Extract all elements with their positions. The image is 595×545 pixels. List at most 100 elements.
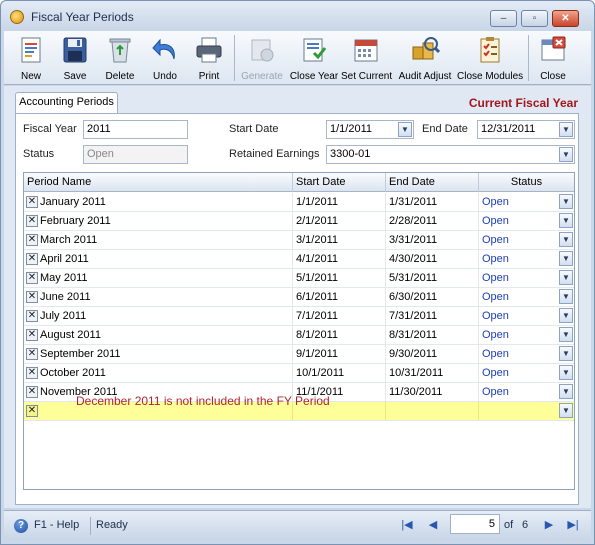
- fiscal-year-field[interactable]: 2011: [83, 120, 188, 139]
- save-button[interactable]: Save: [54, 31, 96, 85]
- start-date-cell[interactable]: 2/1/2011: [293, 212, 386, 230]
- delete-row-icon[interactable]: ✕: [26, 310, 38, 322]
- table-row[interactable]: ✕ February 2011 2/1/2011 2/28/2011 Open ▼: [24, 212, 574, 231]
- chevron-down-icon[interactable]: ▼: [559, 327, 573, 342]
- status-cell[interactable]: Open ▼: [479, 193, 574, 211]
- column-header-status[interactable]: Status: [479, 173, 574, 192]
- delete-row-icon[interactable]: ✕: [26, 253, 38, 265]
- start-date-cell[interactable]: 8/1/2011: [293, 326, 386, 344]
- status-cell[interactable]: Open ▼: [479, 212, 574, 230]
- start-date-cell[interactable]: 3/1/2011: [293, 231, 386, 249]
- minimize-button[interactable]: –: [490, 10, 517, 27]
- period-name-cell[interactable]: ✕ August 2011: [24, 326, 293, 344]
- end-date-cell[interactable]: 6/30/2011: [386, 288, 479, 306]
- previous-page-icon[interactable]: ◀: [426, 518, 440, 532]
- table-row[interactable]: ✕ August 2011 8/1/2011 8/31/2011 Open ▼: [24, 326, 574, 345]
- start-date-cell[interactable]: 7/1/2011: [293, 307, 386, 325]
- delete-row-icon[interactable]: ✕: [26, 291, 38, 303]
- end-date-cell[interactable]: 4/30/2011: [386, 250, 479, 268]
- table-row[interactable]: ✕ April 2011 4/1/2011 4/30/2011 Open ▼: [24, 250, 574, 269]
- tab-accounting-periods[interactable]: Accounting Periods: [15, 92, 118, 113]
- status-cell[interactable]: Open ▼: [479, 326, 574, 344]
- end-date-cell[interactable]: [386, 402, 479, 420]
- period-name-cell[interactable]: ✕ January 2011: [24, 193, 293, 211]
- page-number-input[interactable]: 5: [450, 514, 500, 534]
- help-icon[interactable]: ?: [14, 519, 28, 533]
- table-row[interactable]: ✕ June 2011 6/1/2011 6/30/2011 Open ▼: [24, 288, 574, 307]
- period-name-cell[interactable]: ✕ July 2011: [24, 307, 293, 325]
- delete-row-icon[interactable]: ✕: [26, 405, 38, 417]
- end-date-cell[interactable]: 2/28/2011: [386, 212, 479, 230]
- column-header-period-name[interactable]: Period Name: [24, 173, 293, 192]
- end-date-cell[interactable]: 8/31/2011: [386, 326, 479, 344]
- start-date-cell[interactable]: 5/1/2011: [293, 269, 386, 287]
- period-name-cell[interactable]: ✕ March 2011: [24, 231, 293, 249]
- title-bar[interactable]: Fiscal Year Periods – ▫ ✕: [1, 1, 594, 31]
- print-button[interactable]: Print: [188, 31, 230, 85]
- set-current-button[interactable]: Set Current: [341, 31, 392, 85]
- start-date-cell[interactable]: 4/1/2011: [293, 250, 386, 268]
- delete-row-icon[interactable]: ✕: [26, 386, 38, 398]
- period-name-cell[interactable]: ✕ June 2011: [24, 288, 293, 306]
- first-page-icon[interactable]: |◀: [400, 518, 414, 532]
- chevron-down-icon[interactable]: ▼: [559, 122, 573, 137]
- status-cell[interactable]: Open ▼: [479, 364, 574, 382]
- column-header-start-date[interactable]: Start Date: [293, 173, 386, 192]
- undo-button[interactable]: Undo: [144, 31, 186, 85]
- new-button[interactable]: New: [10, 31, 52, 85]
- end-date-cell[interactable]: 11/30/2011: [386, 383, 479, 401]
- end-date-cell[interactable]: 10/31/2011: [386, 364, 479, 382]
- chevron-down-icon[interactable]: ▼: [559, 270, 573, 285]
- status-cell[interactable]: ▼: [479, 402, 574, 420]
- chevron-down-icon[interactable]: ▼: [559, 308, 573, 323]
- audit-adjust-button[interactable]: Audit Adjust: [396, 31, 454, 85]
- start-date-cell[interactable]: 10/1/2011: [293, 364, 386, 382]
- last-page-icon[interactable]: ▶|: [566, 518, 580, 532]
- help-text[interactable]: F1 - Help: [34, 519, 79, 531]
- chevron-down-icon[interactable]: ▼: [559, 251, 573, 266]
- status-cell[interactable]: Open ▼: [479, 383, 574, 401]
- table-row[interactable]: ✕ March 2011 3/1/2011 3/31/2011 Open ▼: [24, 231, 574, 250]
- chevron-down-icon[interactable]: ▼: [559, 232, 573, 247]
- chevron-down-icon[interactable]: ▼: [559, 403, 573, 418]
- delete-row-icon[interactable]: ✕: [26, 196, 38, 208]
- chevron-down-icon[interactable]: ▼: [559, 384, 573, 399]
- period-name-cell[interactable]: ✕ May 2011: [24, 269, 293, 287]
- table-row[interactable]: ✕ October 2011 10/1/2011 10/31/2011 Open ▼: [24, 364, 574, 383]
- delete-row-icon[interactable]: ✕: [26, 348, 38, 360]
- end-date-cell[interactable]: 5/31/2011: [386, 269, 479, 287]
- status-cell[interactable]: Open ▼: [479, 345, 574, 363]
- end-date-cell[interactable]: 1/31/2011: [386, 193, 479, 211]
- retained-earnings-field[interactable]: 3300-01 ▼: [326, 145, 575, 164]
- period-name-cell[interactable]: ✕ April 2011: [24, 250, 293, 268]
- table-row[interactable]: ✕ May 2011 5/1/2011 5/31/2011 Open ▼: [24, 269, 574, 288]
- delete-row-icon[interactable]: ✕: [26, 272, 38, 284]
- end-date-cell[interactable]: 9/30/2011: [386, 345, 479, 363]
- window-close-button[interactable]: ✕: [552, 10, 579, 27]
- start-date-cell[interactable]: 9/1/2011: [293, 345, 386, 363]
- next-page-icon[interactable]: ▶: [542, 518, 556, 532]
- close-year-button[interactable]: Close Year: [287, 31, 341, 85]
- start-date-cell[interactable]: 6/1/2011: [293, 288, 386, 306]
- generate-button[interactable]: Generate: [238, 31, 286, 85]
- chevron-down-icon[interactable]: ▼: [559, 346, 573, 361]
- table-row[interactable]: ✕ September 2011 9/1/2011 9/30/2011 Open ▼: [24, 345, 574, 364]
- start-date-field[interactable]: 1/1/2011 ▼: [326, 120, 414, 139]
- end-date-cell[interactable]: 3/31/2011: [386, 231, 479, 249]
- column-header-end-date[interactable]: End Date: [386, 173, 479, 192]
- delete-button[interactable]: Delete: [98, 31, 142, 85]
- delete-row-icon[interactable]: ✕: [26, 215, 38, 227]
- status-cell[interactable]: Open ▼: [479, 307, 574, 325]
- period-name-cell[interactable]: ✕ February 2011: [24, 212, 293, 230]
- close-modules-button[interactable]: Close Modules: [457, 31, 523, 85]
- status-cell[interactable]: Open ▼: [479, 269, 574, 287]
- delete-row-icon[interactable]: ✕: [26, 234, 38, 246]
- chevron-down-icon[interactable]: ▼: [559, 194, 573, 209]
- end-date-field[interactable]: 12/31/2011 ▼: [477, 120, 575, 139]
- table-row[interactable]: ✕ January 2011 1/1/2011 1/31/2011 Open ▼: [24, 193, 574, 212]
- chevron-down-icon[interactable]: ▼: [559, 289, 573, 304]
- chevron-down-icon[interactable]: ▼: [559, 213, 573, 228]
- status-cell[interactable]: Open ▼: [479, 231, 574, 249]
- table-row[interactable]: ✕ July 2011 7/1/2011 7/31/2011 Open ▼: [24, 307, 574, 326]
- period-name-cell[interactable]: ✕ September 2011: [24, 345, 293, 363]
